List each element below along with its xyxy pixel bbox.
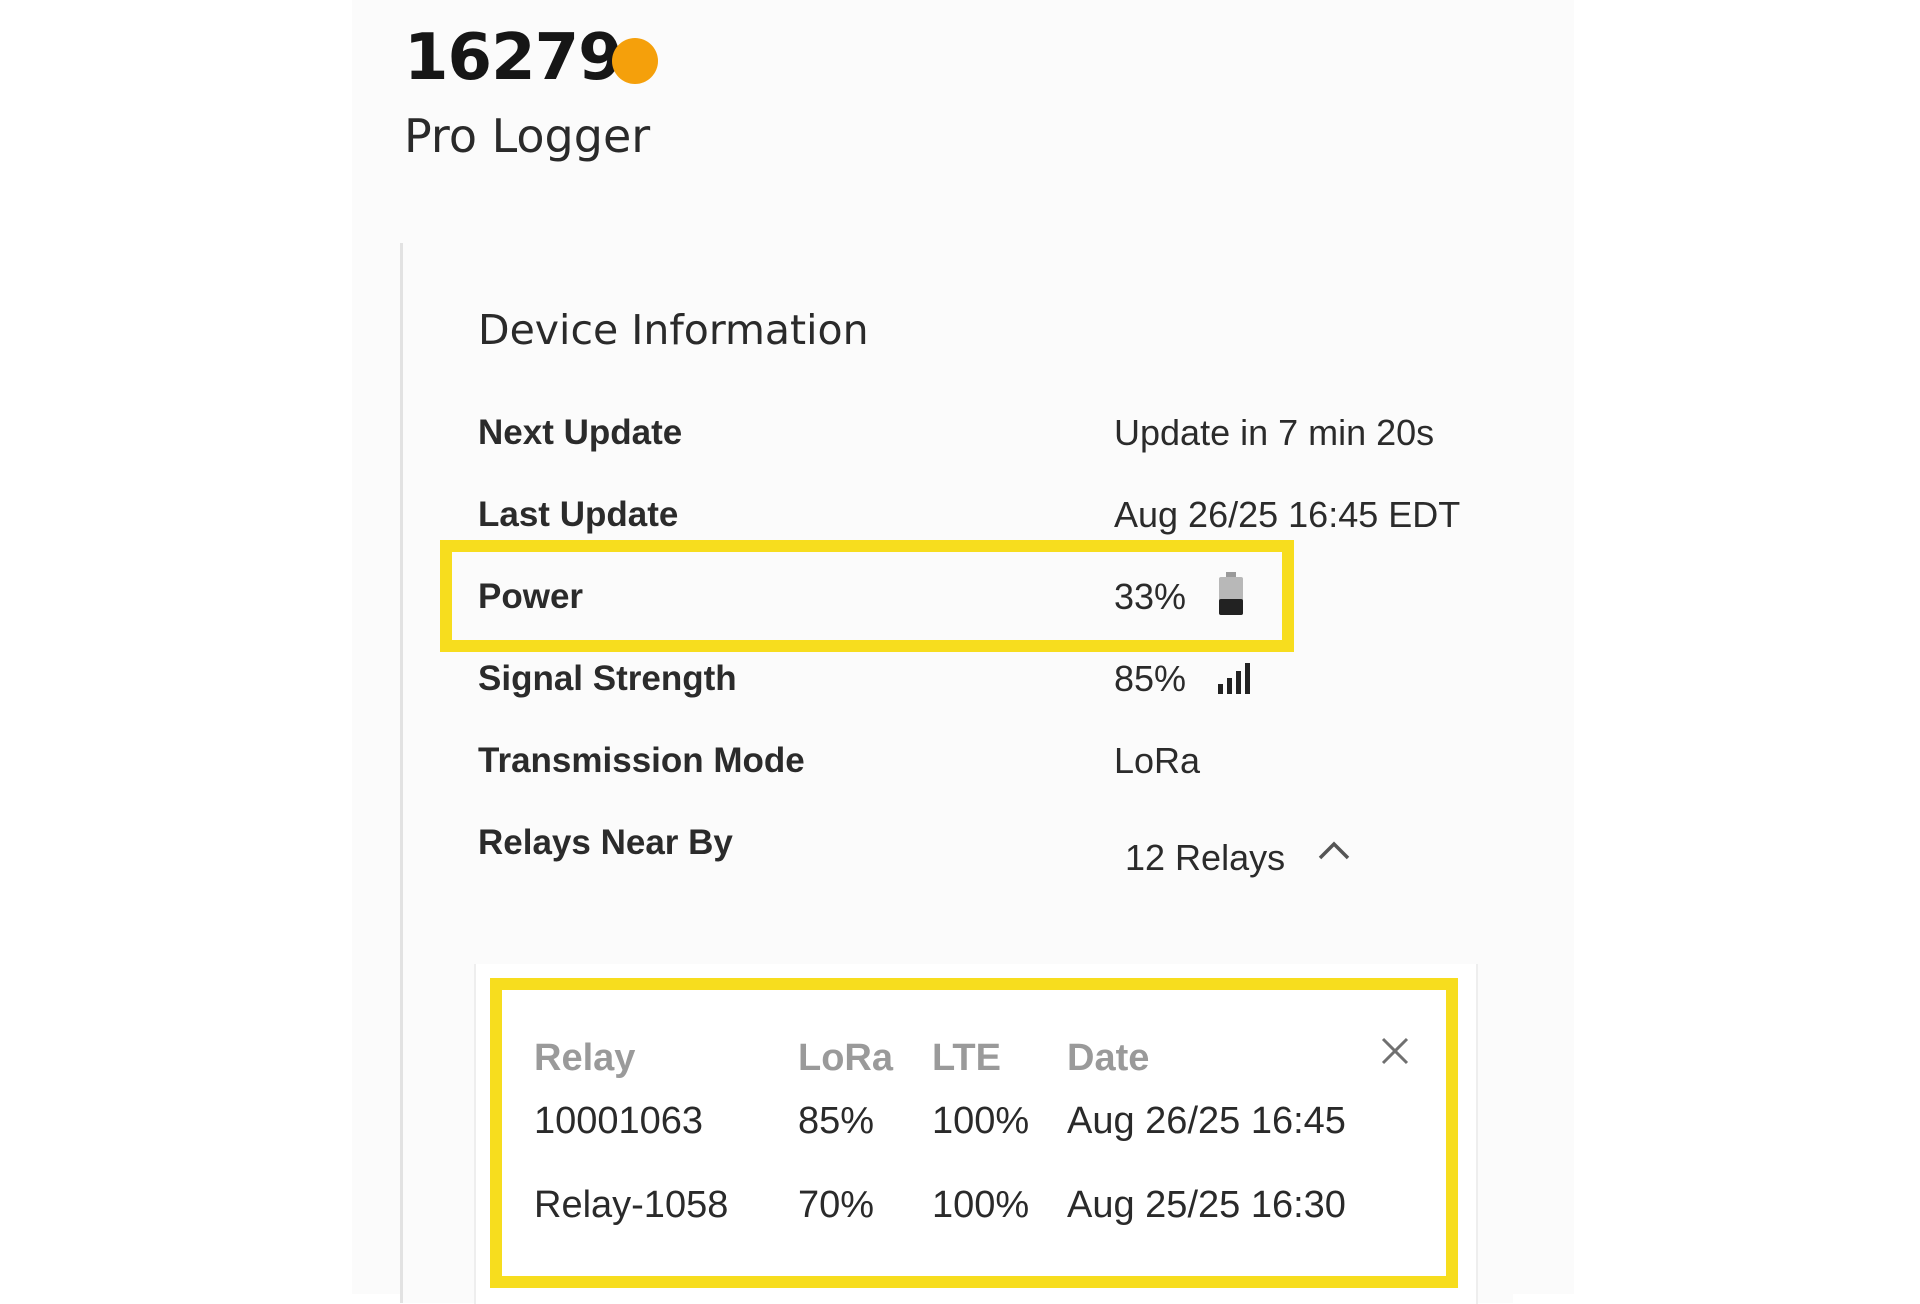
- battery-icon: [1219, 572, 1243, 615]
- chevron-up-icon[interactable]: [1316, 838, 1352, 862]
- device-id: 16279: [404, 21, 623, 95]
- next-update-label: Next Update: [478, 413, 683, 452]
- date-column-header: Date: [1067, 1037, 1150, 1079]
- relay-id-cell: 10001063: [534, 1100, 704, 1142]
- transmission-mode-value: LoRa: [1114, 740, 1201, 781]
- lte-cell: 100%: [932, 1100, 1030, 1142]
- last-update-label: Last Update: [478, 495, 679, 534]
- relay-id-cell: Relay-1058: [534, 1184, 729, 1226]
- signal-bars-icon: [1218, 663, 1250, 694]
- power-label: Power: [478, 577, 584, 616]
- close-icon[interactable]: [1380, 1036, 1410, 1066]
- transmission-mode-label: Transmission Mode: [478, 741, 805, 780]
- lora-cell: 85%: [798, 1100, 875, 1142]
- relays-count-toggle[interactable]: 12 Relays: [1125, 836, 1285, 880]
- last-update-value: Aug 26/25 16:45 EDT: [1114, 494, 1461, 535]
- power-value: 33%: [1114, 576, 1187, 617]
- relays-near-by-label: Relays Near By: [478, 823, 733, 862]
- status-indicator: [612, 38, 658, 84]
- lte-cell: 100%: [932, 1184, 1030, 1226]
- lora-column-header: LoRa: [798, 1037, 893, 1079]
- device-model: Pro Logger: [404, 109, 651, 163]
- signal-strength-label: Signal Strength: [478, 659, 737, 698]
- lte-column-header: LTE: [932, 1037, 1001, 1079]
- signal-strength-value: 85%: [1114, 658, 1187, 699]
- date-cell: Aug 26/25 16:45: [1067, 1100, 1346, 1142]
- lora-cell: 70%: [798, 1184, 875, 1226]
- date-cell: Aug 25/25 16:30: [1067, 1184, 1346, 1226]
- next-update-value: Update in 7 min 20s: [1114, 412, 1435, 453]
- section-title: Device Information: [478, 306, 869, 354]
- relay-column-header: Relay: [534, 1037, 636, 1079]
